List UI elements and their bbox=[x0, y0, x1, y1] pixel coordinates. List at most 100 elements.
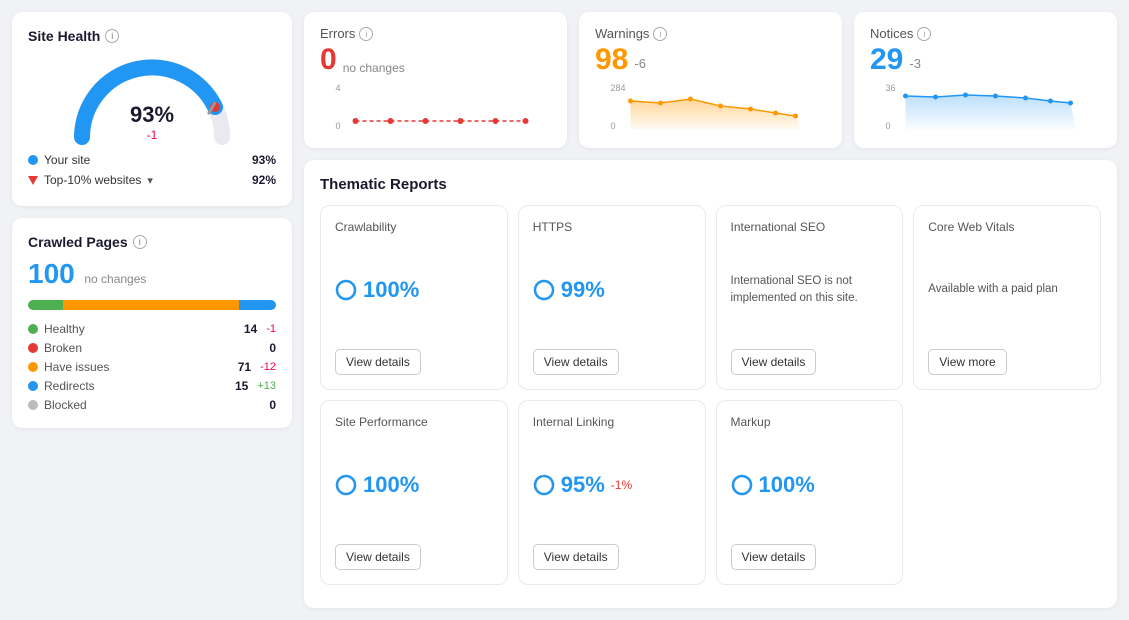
crawlability-btn[interactable]: View details bbox=[335, 349, 421, 375]
blocked-value: 0 bbox=[256, 398, 276, 412]
int-link-btn[interactable]: View details bbox=[533, 544, 619, 570]
left-column: Site Health i 93% -1 bbox=[12, 12, 292, 608]
issues-value: 71 bbox=[231, 360, 251, 374]
notices-chart: 36 0 bbox=[870, 81, 1101, 131]
svg-text:0: 0 bbox=[886, 121, 891, 131]
errors-title: Errors i bbox=[320, 26, 551, 41]
health-legend: Your site 93% Top-10% websites ▾ 92% bbox=[28, 150, 276, 190]
thematic-card: Thematic Reports Crawlability 100% View … bbox=[304, 160, 1117, 608]
your-site-dot bbox=[28, 155, 38, 165]
healthy-change: -1 bbox=[266, 323, 276, 335]
markup-val: 100% bbox=[731, 472, 889, 498]
crawled-pages-value: 100 bbox=[28, 258, 75, 289]
markup-percent: 100% bbox=[759, 472, 815, 498]
svg-text:0: 0 bbox=[336, 121, 341, 131]
report-markup: Markup 100% View details bbox=[716, 400, 904, 585]
svg-text:36: 36 bbox=[886, 83, 896, 93]
int-link-percent: 95% bbox=[561, 472, 605, 498]
notices-card: Notices i 29 -3 36 0 bbox=[854, 12, 1117, 148]
svg-text:4: 4 bbox=[336, 83, 341, 93]
report-site-performance: Site Performance 100% View details bbox=[320, 400, 508, 585]
metrics-row: Errors i 0 no changes 4 0 bbox=[304, 12, 1117, 148]
errors-chart: 4 0 bbox=[320, 81, 551, 131]
warnings-title: Warnings i bbox=[595, 26, 826, 41]
notices-title: Notices i bbox=[870, 26, 1101, 41]
https-name: HTTPS bbox=[533, 220, 691, 234]
perf-percent: 100% bbox=[363, 472, 419, 498]
reports-grid: Crawlability 100% View details HTTPS bbox=[320, 205, 1101, 585]
errors-label: Errors bbox=[320, 26, 355, 41]
notices-value: 29 bbox=[870, 45, 903, 75]
legend-your-site: Your site 93% bbox=[28, 150, 276, 170]
broken-value: 0 bbox=[256, 341, 276, 355]
stat-broken: Broken 0 bbox=[28, 341, 276, 355]
dashboard: Site Health i 93% -1 bbox=[12, 12, 1117, 608]
stat-have-issues: Have issues 71 -12 bbox=[28, 360, 276, 374]
warnings-card: Warnings i 98 -6 284 0 bbox=[579, 12, 842, 148]
issues-change: -12 bbox=[260, 361, 276, 373]
broken-label: Broken bbox=[44, 341, 250, 355]
gauge-container: 93% -1 bbox=[28, 52, 276, 142]
report-internal-linking: Internal Linking 95% -1% View details bbox=[518, 400, 706, 585]
crawled-pages-title: Crawled Pages i bbox=[28, 234, 276, 250]
top10-dropdown[interactable]: ▾ bbox=[147, 174, 153, 187]
legend-top10: Top-10% websites ▾ 92% bbox=[28, 170, 276, 190]
gauge-label: 93% -1 bbox=[130, 102, 174, 142]
stat-healthy: Healthy 14 -1 bbox=[28, 322, 276, 336]
issues-dot bbox=[28, 362, 38, 372]
issues-label: Have issues bbox=[44, 360, 225, 374]
errors-info-icon[interactable]: i bbox=[359, 27, 373, 41]
crawlability-val: 100% bbox=[335, 277, 493, 303]
notices-label: Notices bbox=[870, 26, 913, 41]
warnings-label: Warnings bbox=[595, 26, 649, 41]
notices-change: -3 bbox=[909, 56, 921, 71]
page-stats: Healthy 14 -1 Broken 0 Have issues 71 -1… bbox=[28, 322, 276, 412]
site-health-title: Site Health i bbox=[28, 28, 276, 44]
redirects-value: 15 bbox=[228, 379, 248, 393]
site-health-card: Site Health i 93% -1 bbox=[12, 12, 292, 206]
crawled-pages-label: Crawled Pages bbox=[28, 234, 128, 250]
top10-icon bbox=[28, 176, 38, 185]
crawled-pages-sub: no changes bbox=[84, 272, 146, 286]
redirects-dot bbox=[28, 381, 38, 391]
report-international-seo: International SEO International SEO is n… bbox=[716, 205, 904, 390]
warnings-value: 98 bbox=[595, 45, 628, 75]
pages-progress-bar bbox=[28, 300, 276, 310]
https-val: 99% bbox=[533, 277, 691, 303]
crawlability-percent: 100% bbox=[363, 277, 419, 303]
cwv-name: Core Web Vitals bbox=[928, 220, 1086, 234]
your-site-label: Your site bbox=[44, 153, 90, 167]
pb-redirects bbox=[239, 300, 276, 310]
https-btn[interactable]: View details bbox=[533, 349, 619, 375]
cwv-btn[interactable]: View more bbox=[928, 349, 1006, 375]
https-percent: 99% bbox=[561, 277, 605, 303]
int-link-name: Internal Linking bbox=[533, 415, 691, 429]
markup-btn[interactable]: View details bbox=[731, 544, 817, 570]
crawlability-name: Crawlability bbox=[335, 220, 493, 234]
int-seo-name: International SEO bbox=[731, 220, 889, 234]
report-https: HTTPS 99% View details bbox=[518, 205, 706, 390]
https-circle-icon bbox=[533, 279, 555, 301]
warnings-info-icon[interactable]: i bbox=[653, 27, 667, 41]
warnings-chart: 284 0 bbox=[595, 81, 826, 131]
healthy-value: 14 bbox=[237, 322, 257, 336]
markup-circle-icon bbox=[731, 474, 753, 496]
crawled-pages-info-icon[interactable]: i bbox=[133, 235, 147, 249]
crawled-pages-card: Crawled Pages i 100 no changes Healthy 1… bbox=[12, 218, 292, 428]
stat-redirects: Redirects 15 +13 bbox=[28, 379, 276, 393]
report-crawlability: Crawlability 100% View details bbox=[320, 205, 508, 390]
site-health-info-icon[interactable]: i bbox=[105, 29, 119, 43]
perf-btn[interactable]: View details bbox=[335, 544, 421, 570]
blocked-dot bbox=[28, 400, 38, 410]
int-seo-desc: International SEO is not implemented on … bbox=[731, 273, 889, 305]
top10-label: Top-10% websites bbox=[44, 173, 141, 187]
right-column: Errors i 0 no changes 4 0 bbox=[304, 12, 1117, 608]
perf-name: Site Performance bbox=[335, 415, 493, 429]
report-core-web-vitals: Core Web Vitals Available with a paid pl… bbox=[913, 205, 1101, 390]
notices-info-icon[interactable]: i bbox=[917, 27, 931, 41]
int-seo-btn[interactable]: View details bbox=[731, 349, 817, 375]
warnings-change: -6 bbox=[634, 56, 646, 71]
redirects-change: +13 bbox=[257, 380, 276, 392]
thematic-title: Thematic Reports bbox=[320, 176, 1101, 193]
int-link-circle-icon bbox=[533, 474, 555, 496]
